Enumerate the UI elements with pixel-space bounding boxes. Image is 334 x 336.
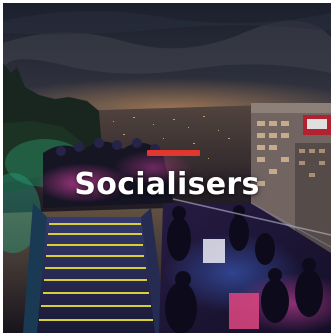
- category-card-socialisers[interactable]: Socialisers: [3, 3, 331, 333]
- title-accent-bar: [147, 150, 200, 156]
- card-title: Socialisers: [74, 167, 260, 202]
